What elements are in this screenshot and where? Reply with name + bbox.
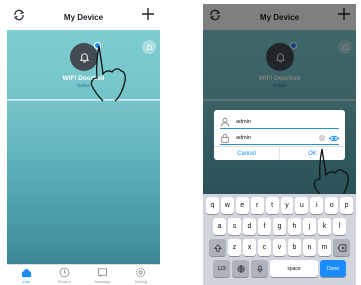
shift-key[interactable] [209, 239, 226, 256]
key[interactable]: u [295, 197, 309, 214]
key[interactable]: n [303, 239, 316, 256]
key[interactable]: a [213, 218, 226, 235]
key[interactable]: r [250, 197, 264, 214]
device-list-screen: My Device WIFI Doorbell Online Live Reco… [7, 4, 160, 285]
message-icon [98, 268, 108, 277]
bell-icon [79, 52, 89, 63]
backspace-icon [337, 243, 346, 252]
top-bar: My Device [7, 4, 160, 30]
clock-icon [59, 267, 70, 278]
tab-setting-label: Setting [134, 279, 148, 284]
done-key[interactable]: Done [320, 260, 346, 277]
add-device-icon[interactable] [141, 7, 155, 21]
microphone-key[interactable] [251, 260, 268, 277]
key[interactable]: h [288, 218, 301, 235]
space-key[interactable]: space [270, 260, 318, 277]
key[interactable]: o [325, 197, 339, 214]
device-status: Online [76, 83, 90, 88]
login-dialog-screen: My Device WIFI Doorbell Online [203, 4, 356, 285]
tab-setting[interactable]: Setting [122, 265, 160, 285]
keyboard-row-1: q w e r t y u i o p [205, 197, 354, 214]
alarm-toggle-button[interactable] [142, 40, 156, 54]
bottom-tab-bar: Live Record Message Setting [7, 264, 160, 285]
key[interactable]: w [220, 197, 234, 214]
key[interactable]: q [205, 197, 219, 214]
login-dialog: admin admin ✕ Cancel OK [214, 110, 345, 160]
key[interactable]: k [318, 218, 331, 235]
tab-message[interactable]: Message [84, 265, 122, 285]
key[interactable]: i [310, 197, 324, 214]
key[interactable]: e [235, 197, 249, 214]
dialog-buttons: Cancel OK [214, 146, 345, 160]
divider [7, 100, 160, 101]
tab-live[interactable]: Live [7, 265, 45, 285]
globe-icon [237, 265, 244, 272]
shift-icon [213, 243, 222, 252]
password-field[interactable]: admin ✕ [220, 132, 339, 145]
key[interactable]: f [258, 218, 271, 235]
key[interactable]: p [340, 197, 354, 214]
tab-record-label: Record [57, 279, 71, 284]
key[interactable]: j [303, 218, 316, 235]
key[interactable]: v [273, 239, 286, 256]
bell-slash-icon [145, 44, 153, 50]
globe-key[interactable] [232, 260, 249, 277]
user-icon [220, 117, 230, 127]
key[interactable]: b [288, 239, 301, 256]
key[interactable]: m [318, 239, 331, 256]
key[interactable]: x [243, 239, 256, 256]
key[interactable]: l [333, 218, 346, 235]
lock-icon [221, 133, 229, 143]
eye-icon[interactable] [329, 135, 339, 142]
tab-message-label: Message [94, 279, 111, 284]
device-background: WIFI Doorbell Online [7, 30, 160, 268]
device-name: WIFI Doorbell [62, 75, 105, 82]
key[interactable]: c [258, 239, 271, 256]
home-icon [21, 268, 31, 278]
keyboard-row-3: z x c v b n m [205, 239, 354, 256]
microphone-icon [257, 265, 262, 272]
ok-button[interactable]: OK [279, 147, 345, 160]
gear-icon [136, 267, 146, 278]
cancel-button[interactable]: Cancel [214, 147, 279, 160]
username-value: admin [236, 119, 251, 125]
key[interactable]: d [243, 218, 256, 235]
key[interactable]: g [273, 218, 286, 235]
tab-live-label: Live [22, 279, 30, 284]
key[interactable]: y [280, 197, 294, 214]
key[interactable]: t [265, 197, 279, 214]
key[interactable]: s [228, 218, 241, 235]
refresh-icon[interactable] [12, 8, 26, 22]
key[interactable]: z [228, 239, 241, 256]
password-value: admin [236, 135, 251, 141]
keyboard-row-4: 123 space Done [205, 260, 354, 277]
numbers-key[interactable]: 123 [213, 260, 230, 277]
clear-icon[interactable]: ✕ [319, 135, 325, 141]
online-indicator [94, 42, 101, 49]
onscreen-keyboard: q w e r t y u i o p a s d f g h j k l z [203, 194, 356, 285]
device-card[interactable]: WIFI Doorbell Online [7, 30, 160, 100]
backspace-key[interactable] [333, 239, 350, 256]
tab-record[interactable]: Record [45, 265, 83, 285]
page-title: My Device [63, 12, 104, 22]
username-field[interactable]: admin [220, 116, 339, 129]
keyboard-row-2: a s d f g h j k l [205, 218, 354, 235]
